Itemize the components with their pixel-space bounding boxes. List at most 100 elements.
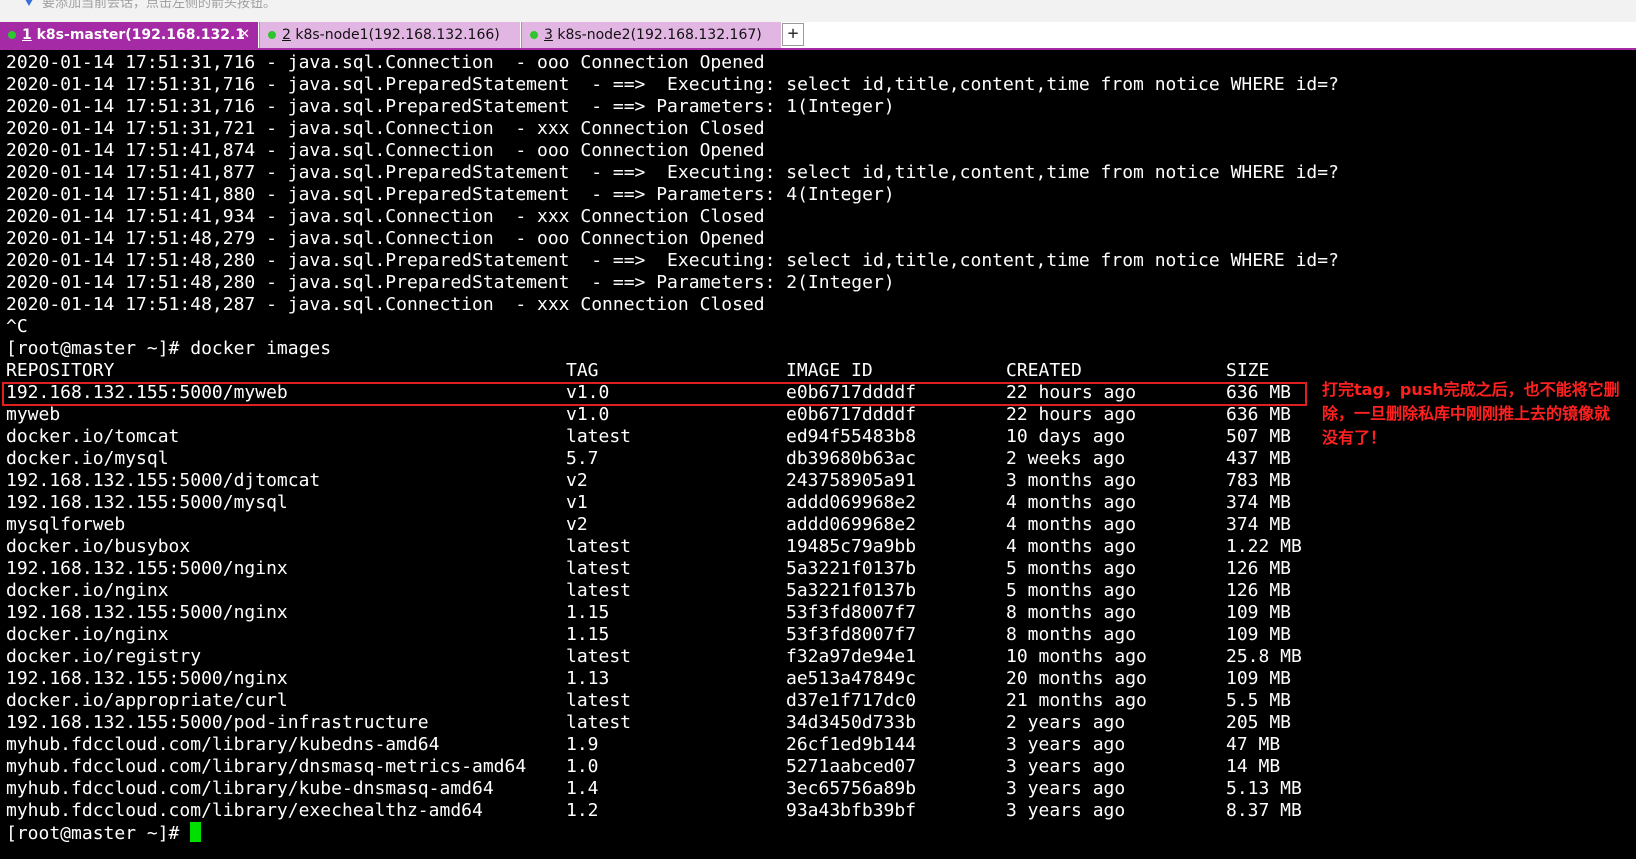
repository-cell: myhub.fdccloud.com/library/dnsmasq-metri… bbox=[6, 756, 527, 777]
terminal-window: 要添加当前会话，点击左侧的箭头按钮。 1 k8s-master(192.168.… bbox=[0, 0, 1636, 859]
created-cell: 10 days ago bbox=[1006, 426, 1126, 447]
log-line: 2020-01-14 17:51:48,279 - java.sql.Conne… bbox=[6, 228, 765, 249]
command-line: [root@master ~]# docker images bbox=[6, 338, 332, 359]
tab-label: 1 k8s-master(192.168.132.1 bbox=[22, 27, 246, 43]
connected-status-icon bbox=[8, 31, 16, 39]
image-id-cell: ed94f55483b8 bbox=[786, 426, 917, 447]
created-cell: 10 months ago bbox=[1006, 646, 1147, 667]
image-id-cell: 5a3221f0137b bbox=[786, 558, 917, 579]
created-cell: 8 months ago bbox=[1006, 624, 1137, 645]
created-cell: 8 months ago bbox=[1006, 602, 1137, 623]
image-id-cell: ae513a47849c bbox=[786, 668, 917, 689]
tag-cell: v1.0 bbox=[566, 404, 610, 425]
log-line: 2020-01-14 17:51:41,874 - java.sql.Conne… bbox=[6, 140, 765, 161]
repository-cell: docker.io/nginx bbox=[6, 580, 169, 601]
created-cell: 3 years ago bbox=[1006, 734, 1126, 755]
log-line: 2020-01-14 17:51:41,880 - java.sql.Prepa… bbox=[6, 184, 895, 205]
arrow-icon[interactable] bbox=[22, 0, 36, 6]
size-cell: 374 MB bbox=[1226, 514, 1292, 535]
repository-cell: docker.io/registry bbox=[6, 646, 202, 667]
connected-status-icon bbox=[268, 31, 276, 39]
created-cell: 4 months ago bbox=[1006, 514, 1137, 535]
repository-cell: 192.168.132.155:5000/pod-infrastructure bbox=[6, 712, 429, 733]
size-cell: 109 MB bbox=[1226, 602, 1292, 623]
size-cell: 1.22 MB bbox=[1226, 536, 1302, 557]
repository-cell: myweb bbox=[6, 404, 61, 425]
image-id-cell: 53f3fd8007f7 bbox=[786, 624, 917, 645]
created-cell: 21 months ago bbox=[1006, 690, 1147, 711]
image-id-cell: 243758905a91 bbox=[786, 470, 917, 491]
tag-cell: 5.7 bbox=[566, 448, 599, 469]
log-line: 2020-01-14 17:51:48,280 - java.sql.Prepa… bbox=[6, 250, 1339, 271]
log-line: 2020-01-14 17:51:41,877 - java.sql.Prepa… bbox=[6, 162, 1339, 183]
shell-prompt: [root@master ~]# bbox=[6, 823, 191, 844]
log-line: 2020-01-14 17:51:41,934 - java.sql.Conne… bbox=[6, 206, 765, 227]
session-hint-text: 要添加当前会话，点击左侧的箭头按钮。 bbox=[42, 0, 277, 11]
repository-cell: 192.168.132.155:5000/nginx bbox=[6, 558, 288, 579]
size-cell: 636 MB bbox=[1226, 404, 1292, 425]
tab-k8s-master[interactable]: 1 k8s-master(192.168.132.1 ✕ bbox=[0, 22, 258, 48]
size-cell: 126 MB bbox=[1226, 558, 1292, 579]
repository-cell: docker.io/appropriate/curl bbox=[6, 690, 288, 711]
image-id-cell: 19485c79a9bb bbox=[786, 536, 917, 557]
tag-cell: latest bbox=[566, 536, 632, 557]
size-cell: 783 MB bbox=[1226, 470, 1292, 491]
created-cell: 4 months ago bbox=[1006, 492, 1137, 513]
log-line: 2020-01-14 17:51:48,280 - java.sql.Prepa… bbox=[6, 272, 895, 293]
log-line: 2020-01-14 17:51:31,716 - java.sql.Prepa… bbox=[6, 96, 895, 117]
tag-cell: 1.15 bbox=[566, 602, 610, 623]
created-cell: 2 weeks ago bbox=[1006, 448, 1126, 469]
tab-k8s-node2[interactable]: 3 k8s-node2(192.168.132.167) bbox=[521, 22, 781, 48]
size-cell: 25.8 MB bbox=[1226, 646, 1302, 667]
repository-cell: myhub.fdccloud.com/library/kube-dnsmasq-… bbox=[6, 778, 494, 799]
size-cell: 205 MB bbox=[1226, 712, 1292, 733]
image-id-cell: 34d3450d733b bbox=[786, 712, 917, 733]
tab-k8s-node1[interactable]: 2 k8s-node1(192.168.132.166) bbox=[259, 22, 520, 48]
repository-cell: docker.io/busybox bbox=[6, 536, 191, 557]
repository-cell: mysqlforweb bbox=[6, 514, 126, 535]
text-cursor bbox=[190, 822, 202, 842]
created-cell: 4 months ago bbox=[1006, 536, 1137, 557]
image-id-cell: 5a3221f0137b bbox=[786, 580, 917, 601]
size-cell: 437 MB bbox=[1226, 448, 1292, 469]
log-line: 2020-01-14 17:51:48,287 - java.sql.Conne… bbox=[6, 294, 765, 315]
tag-cell: latest bbox=[566, 690, 632, 711]
tag-cell: latest bbox=[566, 646, 632, 667]
tag-cell: 1.0 bbox=[566, 756, 599, 777]
size-cell: 5.5 MB bbox=[1226, 690, 1292, 711]
tag-cell: latest bbox=[566, 712, 632, 733]
column-header-size: SIZE bbox=[1226, 360, 1270, 381]
new-tab-button[interactable]: + bbox=[782, 23, 804, 46]
tag-cell: v2 bbox=[566, 514, 588, 535]
image-id-cell: 53f3fd8007f7 bbox=[786, 602, 917, 623]
image-id-cell: addd069968e2 bbox=[786, 492, 917, 513]
terminal-output[interactable]: 2020-01-14 17:51:31,716 - java.sql.Conne… bbox=[0, 50, 1636, 859]
image-id-cell: 3ec65756a89b bbox=[786, 778, 917, 799]
log-line: 2020-01-14 17:51:31,721 - java.sql.Conne… bbox=[6, 118, 765, 139]
connected-status-icon bbox=[530, 31, 538, 39]
size-cell: 126 MB bbox=[1226, 580, 1292, 601]
close-tab-icon[interactable]: ✕ bbox=[239, 22, 250, 48]
created-cell: 3 years ago bbox=[1006, 756, 1126, 777]
repository-cell: 192.168.132.155:5000/djtomcat bbox=[6, 470, 321, 491]
tag-cell: latest bbox=[566, 558, 632, 579]
tag-cell: 1.13 bbox=[566, 668, 610, 689]
repository-cell: myhub.fdccloud.com/library/exechealthz-a… bbox=[6, 800, 483, 821]
size-cell: 8.37 MB bbox=[1226, 800, 1302, 821]
tag-cell: 1.2 bbox=[566, 800, 599, 821]
size-cell: 5.13 MB bbox=[1226, 778, 1302, 799]
tag-cell: latest bbox=[566, 580, 632, 601]
tab-label: 2 k8s-node1(192.168.132.166) bbox=[282, 27, 500, 43]
highlight-box bbox=[2, 382, 1307, 406]
repository-cell: 192.168.132.155:5000/nginx bbox=[6, 602, 288, 623]
created-cell: 3 years ago bbox=[1006, 778, 1126, 799]
size-cell: 109 MB bbox=[1226, 624, 1292, 645]
tag-cell: 1.4 bbox=[566, 778, 599, 799]
created-cell: 5 months ago bbox=[1006, 558, 1137, 579]
repository-cell: 192.168.132.155:5000/nginx bbox=[6, 668, 288, 689]
column-header-created: CREATED bbox=[1006, 360, 1082, 381]
repository-cell: myhub.fdccloud.com/library/kubedns-amd64 bbox=[6, 734, 440, 755]
annotation-note: 打完tag，push完成之后，也不能将它删除，一旦删除私库中刚刚推上去的镜像就没… bbox=[1322, 380, 1620, 447]
prompt-line[interactable]: [root@master ~]# bbox=[6, 822, 202, 844]
column-header-repository: REPOSITORY bbox=[6, 360, 115, 381]
